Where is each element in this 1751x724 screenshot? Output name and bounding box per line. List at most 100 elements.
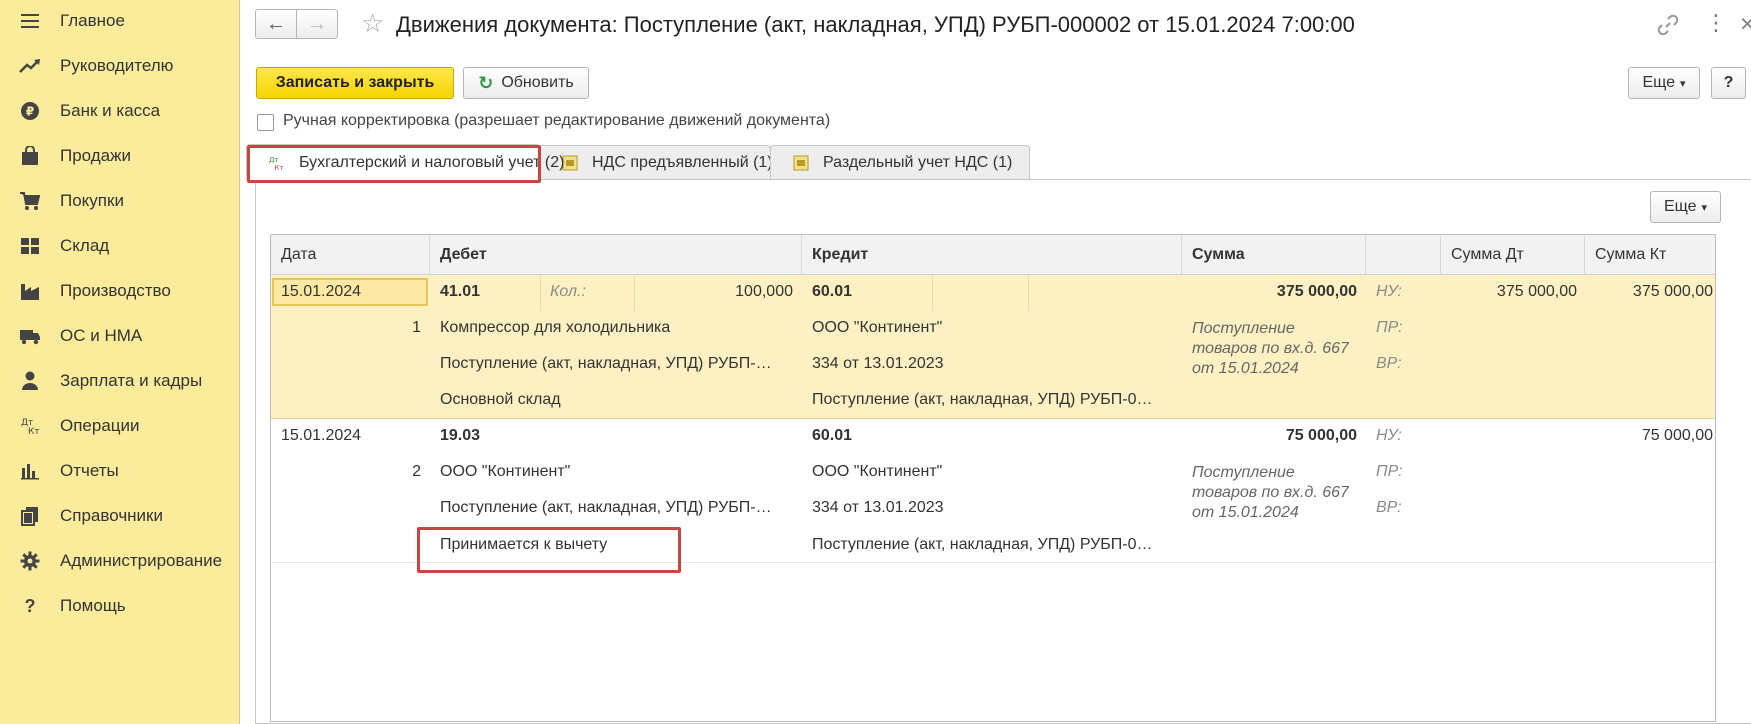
dt-kt-icon-bottom: Кт: [28, 427, 40, 436]
row2-content-2: товаров по вх.д. 667: [1192, 484, 1349, 501]
sidebar-item-label: Главное: [60, 11, 125, 30]
sidebar-item-main[interactable]: Главное: [0, 1, 240, 41]
refresh-icon: ↻: [478, 72, 494, 93]
column-debit[interactable]: Дебет: [430, 235, 802, 275]
gear-icon: [18, 549, 42, 573]
movements-table[interactable]: Дата Дебет Кредит Сумма Сумма Дт Сумма К…: [270, 234, 1716, 722]
row2-credit-sub1: ООО "Континент": [812, 463, 943, 480]
row1-qty-label: Кол.:: [550, 283, 586, 300]
sidebar-item-label: Зарплата и кадры: [60, 371, 203, 390]
row2-vr-label: ВР:: [1376, 499, 1402, 516]
divider: [634, 275, 635, 311]
row1-sum-dt: 375 000,00: [1496, 283, 1577, 300]
column-sum-kt[interactable]: Сумма Кт: [1585, 235, 1715, 275]
truck-icon: [18, 324, 42, 348]
sidebar-item-admin[interactable]: Администрирование: [0, 541, 240, 581]
sidebar-item-directories[interactable]: Справочники: [0, 496, 240, 536]
tab-dt-kt-bottom: Кт: [274, 163, 283, 172]
star-icon[interactable]: ☆: [361, 8, 384, 39]
row1-debit-sub2: Поступление (акт, накладная, УПД) РУБП-…: [440, 355, 772, 372]
row2-debit-sub3: Принимается к вычету: [440, 536, 608, 553]
manual-correction-checkbox[interactable]: [257, 114, 274, 131]
row2-sum: 75 000,00: [1285, 427, 1357, 444]
row1-content-1: Поступление: [1192, 320, 1295, 337]
sidebar-item-label: Администрирование: [60, 551, 223, 570]
forward-button[interactable]: →: [296, 9, 338, 39]
sidebar-item-sales[interactable]: Продажи: [0, 136, 240, 176]
bar-chart-icon: [18, 459, 42, 483]
sidebar-item-label: Операции: [60, 416, 140, 435]
tab-label: Бухгалтерский и налоговый учет (2): [299, 153, 565, 171]
row1-debit-account: 41.01: [440, 283, 481, 300]
sidebar-item-label: ОС и НМА: [60, 326, 143, 345]
row2-debit-sub2: Поступление (акт, накладная, УПД) РУБП-…: [440, 499, 772, 516]
divider: [932, 275, 933, 311]
panel-more-label: Еще: [1663, 198, 1697, 215]
sidebar-item-label: Справочники: [60, 506, 163, 525]
row1-pr-label: ПР:: [1376, 319, 1403, 336]
column-credit[interactable]: Кредит: [802, 235, 1182, 275]
sidebar-item-assets[interactable]: ОС и НМА: [0, 316, 240, 356]
back-button[interactable]: ←: [255, 9, 297, 39]
panel-more-button[interactable]: Еще ▾: [1650, 191, 1721, 223]
help-button[interactable]: ?: [1711, 67, 1746, 99]
row1-debit-sub3: Основной склад: [440, 391, 561, 408]
chevron-down-icon: ▾: [1701, 201, 1708, 214]
tab-accounting[interactable]: Дт Кт Бухгалтерский и налоговый учет (2): [246, 144, 564, 180]
row2-pr-label: ПР:: [1376, 463, 1403, 480]
sidebar-item-bank[interactable]: ₽ Банк и касса: [0, 91, 240, 131]
sidebar-item-salary[interactable]: Зарплата и кадры: [0, 361, 240, 401]
dt-kt-icon: Дт Кт: [269, 155, 285, 172]
row2-sum-kt: 75 000,00: [1641, 427, 1713, 444]
sidebar-item-warehouse[interactable]: Склад: [0, 226, 240, 266]
row2-date: 15.01.2024: [281, 427, 362, 444]
divider: [1028, 275, 1029, 311]
sidebar-item-production[interactable]: Производство: [0, 271, 240, 311]
row1-date: 15.01.2024: [281, 283, 362, 300]
manual-correction-label: Ручная корректировка (разрешает редактир…: [283, 112, 831, 129]
tab-label: Раздельный учет НДС (1): [823, 153, 1013, 171]
more-vertical-icon[interactable]: ⋮: [1705, 10, 1727, 36]
sidebar-item-purchases[interactable]: Покупки: [0, 181, 240, 221]
books-icon: [18, 504, 42, 528]
table-header: Дата Дебет Кредит Сумма Сумма Дт Сумма К…: [271, 235, 1715, 275]
cart-icon: [18, 189, 42, 213]
link-icon[interactable]: [1657, 14, 1679, 36]
sidebar-item-label: Помощь: [60, 596, 126, 615]
sidebar-item-label: Отчеты: [60, 461, 119, 480]
tab-label: НДС предъявленный (1): [592, 153, 773, 171]
help-icon: ?: [24, 595, 36, 616]
row1-credit-sub3: Поступление (акт, накладная, УПД) РУБП-0…: [812, 391, 1153, 408]
sidebar-item-operations[interactable]: Дт Кт Операции: [0, 406, 240, 446]
row2-debit-sub1: ООО "Континент": [440, 463, 571, 480]
row1-sum-kt: 375 000,00: [1632, 283, 1713, 300]
tab-vat-presented[interactable]: НДС предъявленный (1): [539, 145, 773, 179]
save-and-close-button[interactable]: Записать и закрыть: [256, 67, 454, 99]
row1-credit-sub2: 334 от 13.01.2023: [812, 355, 944, 372]
row2-nu-label: НУ:: [1376, 427, 1402, 444]
sidebar-item-label: Покупки: [60, 191, 124, 210]
refresh-button[interactable]: ↻ Обновить: [463, 67, 589, 99]
dt-kt-icon: Дт Кт: [18, 414, 42, 438]
sidebar-item-label: Руководителю: [60, 56, 174, 75]
row2-credit-sub2: 334 от 13.01.2023: [812, 499, 944, 516]
sidebar-item-label: Склад: [60, 236, 110, 255]
more-button[interactable]: Еще ▾: [1628, 67, 1700, 99]
row1-vr-label: ВР:: [1376, 355, 1402, 372]
sidebar-item-reports[interactable]: Отчеты: [0, 451, 240, 491]
column-blank[interactable]: [1366, 235, 1441, 275]
divider: [540, 275, 541, 311]
column-date[interactable]: Дата: [271, 235, 430, 275]
sidebar-item-manager[interactable]: Руководителю: [0, 46, 240, 86]
row2-number: 2: [412, 463, 421, 480]
close-icon[interactable]: ✕: [1739, 12, 1751, 37]
column-sum-dt[interactable]: Сумма Дт: [1441, 235, 1585, 275]
sidebar-item-help[interactable]: ? Помощь: [0, 586, 240, 626]
column-sum[interactable]: Сумма: [1182, 235, 1366, 275]
row2-content-3: от 15.01.2024: [1192, 504, 1299, 521]
chevron-down-icon: ▾: [1680, 77, 1686, 90]
main-area: ← → ☆ Движения документа: Поступление (а…: [241, 0, 1751, 724]
person-icon: [18, 369, 42, 393]
tab-separate-vat[interactable]: Раздельный учет НДС (1): [770, 145, 1030, 179]
factory-icon: [18, 279, 42, 303]
